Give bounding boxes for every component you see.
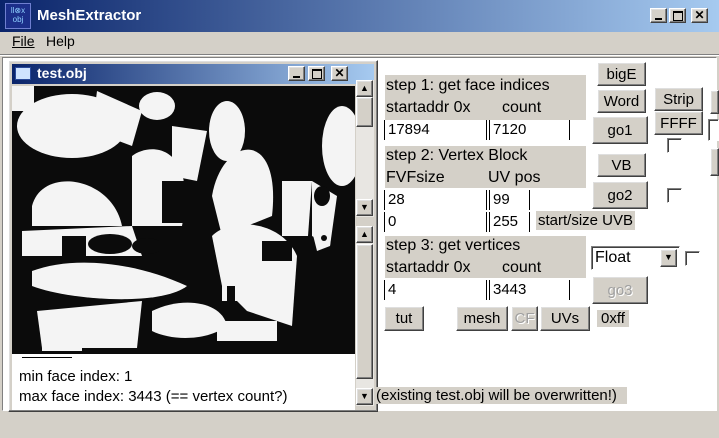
step1-count-input[interactable]: 7120	[489, 120, 569, 140]
word-button[interactable]: Word	[597, 89, 646, 113]
step2-title: step 2: Vertex Block	[386, 147, 528, 164]
maximize-icon	[311, 68, 322, 79]
field-edge	[486, 190, 487, 210]
maximize-icon	[672, 10, 683, 21]
bige-button[interactable]: bigE	[597, 62, 646, 86]
step2-fvf-label: FVFsize	[386, 169, 445, 186]
minimize-button[interactable]	[650, 8, 667, 23]
close-button[interactable]: ✕	[691, 8, 708, 23]
child-title: test.obj	[37, 65, 87, 81]
child-minimize-button[interactable]	[288, 66, 305, 81]
close-icon: ✕	[694, 8, 705, 22]
step2-fvf-value: 28	[388, 191, 405, 208]
minimize-icon	[655, 17, 662, 20]
clipped-field[interactable]	[708, 119, 719, 141]
close-icon: ✕	[334, 66, 345, 80]
maximize-button[interactable]	[669, 8, 686, 23]
field-edge	[569, 120, 570, 140]
minimize-icon	[293, 75, 300, 78]
step1-startaddr-input[interactable]: 17894	[384, 120, 486, 140]
ffff-checkbox[interactable]	[667, 138, 682, 153]
step1-count-label: count	[502, 99, 542, 116]
vb-button[interactable]: VB	[597, 153, 646, 177]
arrow-up-icon: ▲	[360, 229, 369, 239]
dropdown-button[interactable]: ▼	[660, 249, 677, 267]
arrow-up-icon: ▲	[360, 83, 369, 93]
vertex-type-select[interactable]: Float ▼	[591, 246, 680, 270]
log-scroll-up-button[interactable]: ▲	[356, 226, 373, 243]
log-scroll-thumb[interactable]	[356, 244, 373, 379]
step2-uvpos-value: 99	[493, 191, 510, 208]
field-edge	[486, 120, 487, 140]
arrow-down-icon: ▼	[360, 202, 369, 212]
step1-startaddr-label: startaddr 0x	[386, 99, 471, 116]
status-message: (existing test.obj will be overwritten!)	[376, 387, 627, 404]
scroll-thumb[interactable]	[356, 97, 373, 127]
child-maximize-button[interactable]	[308, 66, 325, 81]
step2-uvpos-label: UV pos	[488, 169, 541, 186]
start-size-uvb-label: start/size UVB	[536, 211, 636, 230]
cf-button[interactable]: CF	[511, 306, 538, 331]
step1-startaddr-value: 17894	[388, 121, 430, 138]
step2-size-input[interactable]: 255	[489, 212, 529, 232]
float-checkbox[interactable]	[685, 251, 700, 266]
step2-start-value: 0	[388, 213, 397, 230]
log-line-min-face: min face index: 1	[19, 368, 133, 385]
field-edge	[486, 280, 487, 300]
vertex-type-value: Float	[595, 249, 631, 266]
go2-checkbox[interactable]	[667, 188, 682, 203]
step3-count-input[interactable]: 3443	[489, 280, 569, 300]
child-app-icon[interactable]	[15, 67, 31, 80]
step2-fvf-input[interactable]: 28	[384, 190, 486, 210]
ffff-button[interactable]: FFFF	[654, 111, 703, 135]
go1-button[interactable]: go1	[592, 116, 648, 144]
scroll-down-button[interactable]: ▼	[356, 199, 373, 216]
log-scroll-down-button[interactable]: ▼	[356, 388, 373, 405]
field-edge	[529, 212, 530, 232]
step3-count-label: count	[502, 259, 542, 276]
go2-button[interactable]: go2	[592, 181, 648, 209]
tut-button[interactable]: tut	[384, 306, 424, 331]
step3-title: step 3: get vertices	[386, 237, 521, 254]
step3-count-value: 3443	[493, 281, 527, 298]
menu-divider	[0, 54, 719, 56]
step1-count-value: 7120	[493, 121, 527, 138]
field-edge	[569, 280, 570, 300]
uvs-button[interactable]: UVs	[540, 306, 590, 331]
clipped-control[interactable]	[710, 148, 719, 176]
strip-button[interactable]: Strip	[654, 87, 703, 111]
menu-file[interactable]: File	[12, 33, 35, 49]
step1-title: step 1: get face indices	[386, 77, 550, 94]
go3-button[interactable]: go3	[592, 276, 648, 304]
step3-startaddr-label: startaddr 0x	[386, 259, 471, 276]
arrow-down-icon: ▼	[360, 391, 369, 401]
chevron-down-icon: ▼	[664, 252, 673, 262]
uv-texture-image	[12, 86, 355, 354]
step2-start-input[interactable]: 0	[384, 212, 486, 232]
menu-help[interactable]: Help	[46, 33, 75, 49]
step3-startaddr-value: 4	[388, 281, 397, 298]
child-close-button[interactable]: ✕	[331, 66, 348, 81]
step3-startaddr-input[interactable]: 4	[384, 280, 486, 300]
step2-uvpos-input[interactable]: 99	[489, 190, 529, 210]
field-edge	[529, 190, 530, 210]
scroll-up-button[interactable]: ▲	[356, 80, 373, 97]
step2-size-value: 255	[493, 213, 519, 230]
mesh-button[interactable]: mesh	[456, 306, 508, 331]
field-edge	[486, 212, 487, 232]
texture-preview	[12, 86, 355, 354]
clipped-control[interactable]	[710, 90, 719, 114]
log-line-max-face: max face index: 3443 (== vertex count?)	[19, 388, 288, 405]
app-icon[interactable]: ll⊗x obj	[5, 3, 31, 29]
window-title: MeshExtractor	[37, 7, 142, 24]
log-separator	[22, 357, 72, 358]
hex-ff-label: 0xff	[597, 310, 629, 327]
